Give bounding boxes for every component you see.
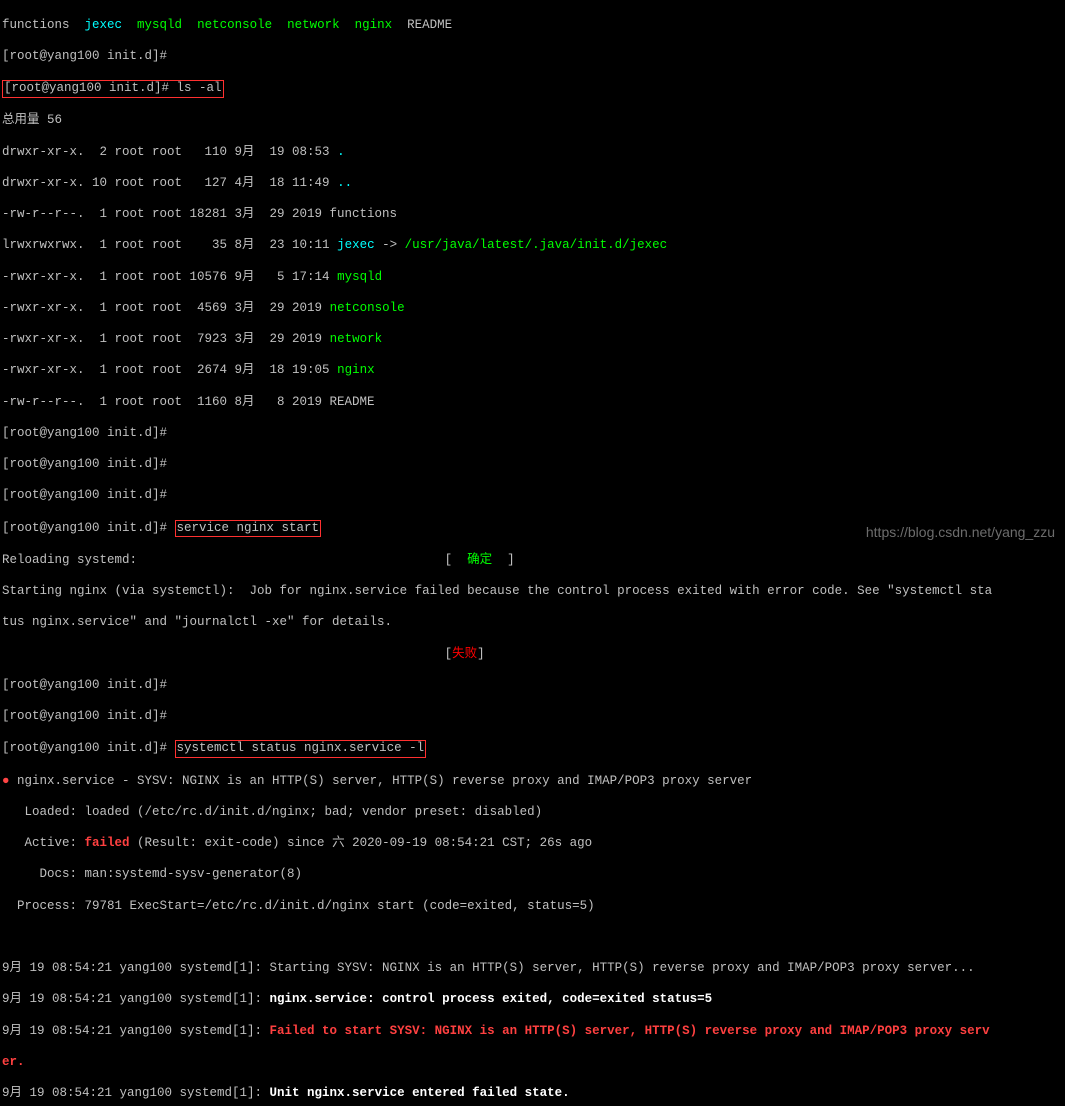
ls-row: drwxr-xr-x. 2 root root 110 9月 19 08:53 … <box>2 145 1063 161</box>
reload-line: Reloading systemd: [ 确定 ] <box>2 553 1063 569</box>
ls-row: -rwxr-xr-x. 1 root root 7923 3月 29 2019 … <box>2 332 1063 348</box>
log-line: er. <box>2 1055 1063 1071</box>
blank-line <box>2 930 1063 946</box>
prompt-line: [root@yang100 init.d]# <box>2 457 1063 473</box>
file-network: network <box>287 18 340 32</box>
log-line: 9月 19 08:54:21 yang100 systemd[1]: nginx… <box>2 992 1063 1008</box>
log-line: 9月 19 08:54:21 yang100 systemd[1]: Start… <box>2 961 1063 977</box>
start-output: tus nginx.service" and "journalctl -xe" … <box>2 615 1063 631</box>
status-process: Process: 79781 ExecStart=/etc/rc.d/init.… <box>2 899 1063 915</box>
status-docs: Docs: man:systemd-sysv-generator(8) <box>2 867 1063 883</box>
fail-line: [失败] <box>2 647 1063 663</box>
highlight-box-service: service nginx start <box>175 520 322 538</box>
prompt-line: [root@yang100 init.d]# <box>2 709 1063 725</box>
file-mysqld: mysqld <box>137 18 182 32</box>
ls-row: lrwxrwxrwx. 1 root root 35 8月 23 10:11 j… <box>2 238 1063 254</box>
status-active: Active: failed (Result: exit-code) since… <box>2 836 1063 852</box>
prompt-line: [root@yang100 init.d]# <box>2 49 1063 65</box>
ls-row: -rwxr-xr-x. 1 root root 2674 9月 18 19:05… <box>2 363 1063 379</box>
watermark-text: https://blog.csdn.net/yang_zzu <box>866 524 1055 542</box>
prompt-line: [root@yang100 init.d]# <box>2 488 1063 504</box>
ls-row: -rwxr-xr-x. 1 root root 10576 9月 5 17:14… <box>2 270 1063 286</box>
prompt-line: [root@yang100 init.d]# <box>2 678 1063 694</box>
ls-row: drwxr-xr-x. 10 root root 127 4月 18 11:49… <box>2 176 1063 192</box>
prompt-line: [root@yang100 init.d]# <box>2 426 1063 442</box>
log-line: 9月 19 08:54:21 yang100 systemd[1]: Unit … <box>2 1086 1063 1102</box>
start-output: Starting nginx (via systemctl): Job for … <box>2 584 1063 600</box>
file-nginx: nginx <box>355 18 393 32</box>
file-netconsole: netconsole <box>197 18 272 32</box>
highlight-box-ls: [root@yang100 init.d]# ls -al <box>2 80 224 98</box>
status-header: ● nginx.service - SYSV: NGINX is an HTTP… <box>2 774 1063 790</box>
cmd-ls: [root@yang100 init.d]# ls -al <box>2 80 1063 98</box>
status-loaded: Loaded: loaded (/etc/rc.d/init.d/nginx; … <box>2 805 1063 821</box>
ls-row: -rwxr-xr-x. 1 root root 4569 3月 29 2019 … <box>2 301 1063 317</box>
file-jexec: jexec <box>85 18 123 32</box>
highlight-box-status: systemctl status nginx.service -l <box>175 740 427 758</box>
ls-row: -rw-r--r--. 1 root root 1160 8月 8 2019 R… <box>2 395 1063 411</box>
ls-row: -rw-r--r--. 1 root root 18281 3月 29 2019… <box>2 207 1063 223</box>
ls-topline: functions jexec mysqld netconsole networ… <box>2 18 1063 34</box>
total-line: 总用量 56 <box>2 113 1063 129</box>
terminal-output[interactable]: functions jexec mysqld netconsole networ… <box>2 2 1063 1106</box>
cmd-status: [root@yang100 init.d]# systemctl status … <box>2 740 1063 758</box>
dot-icon: ● <box>2 774 10 788</box>
log-line: 9月 19 08:54:21 yang100 systemd[1]: Faile… <box>2 1024 1063 1040</box>
